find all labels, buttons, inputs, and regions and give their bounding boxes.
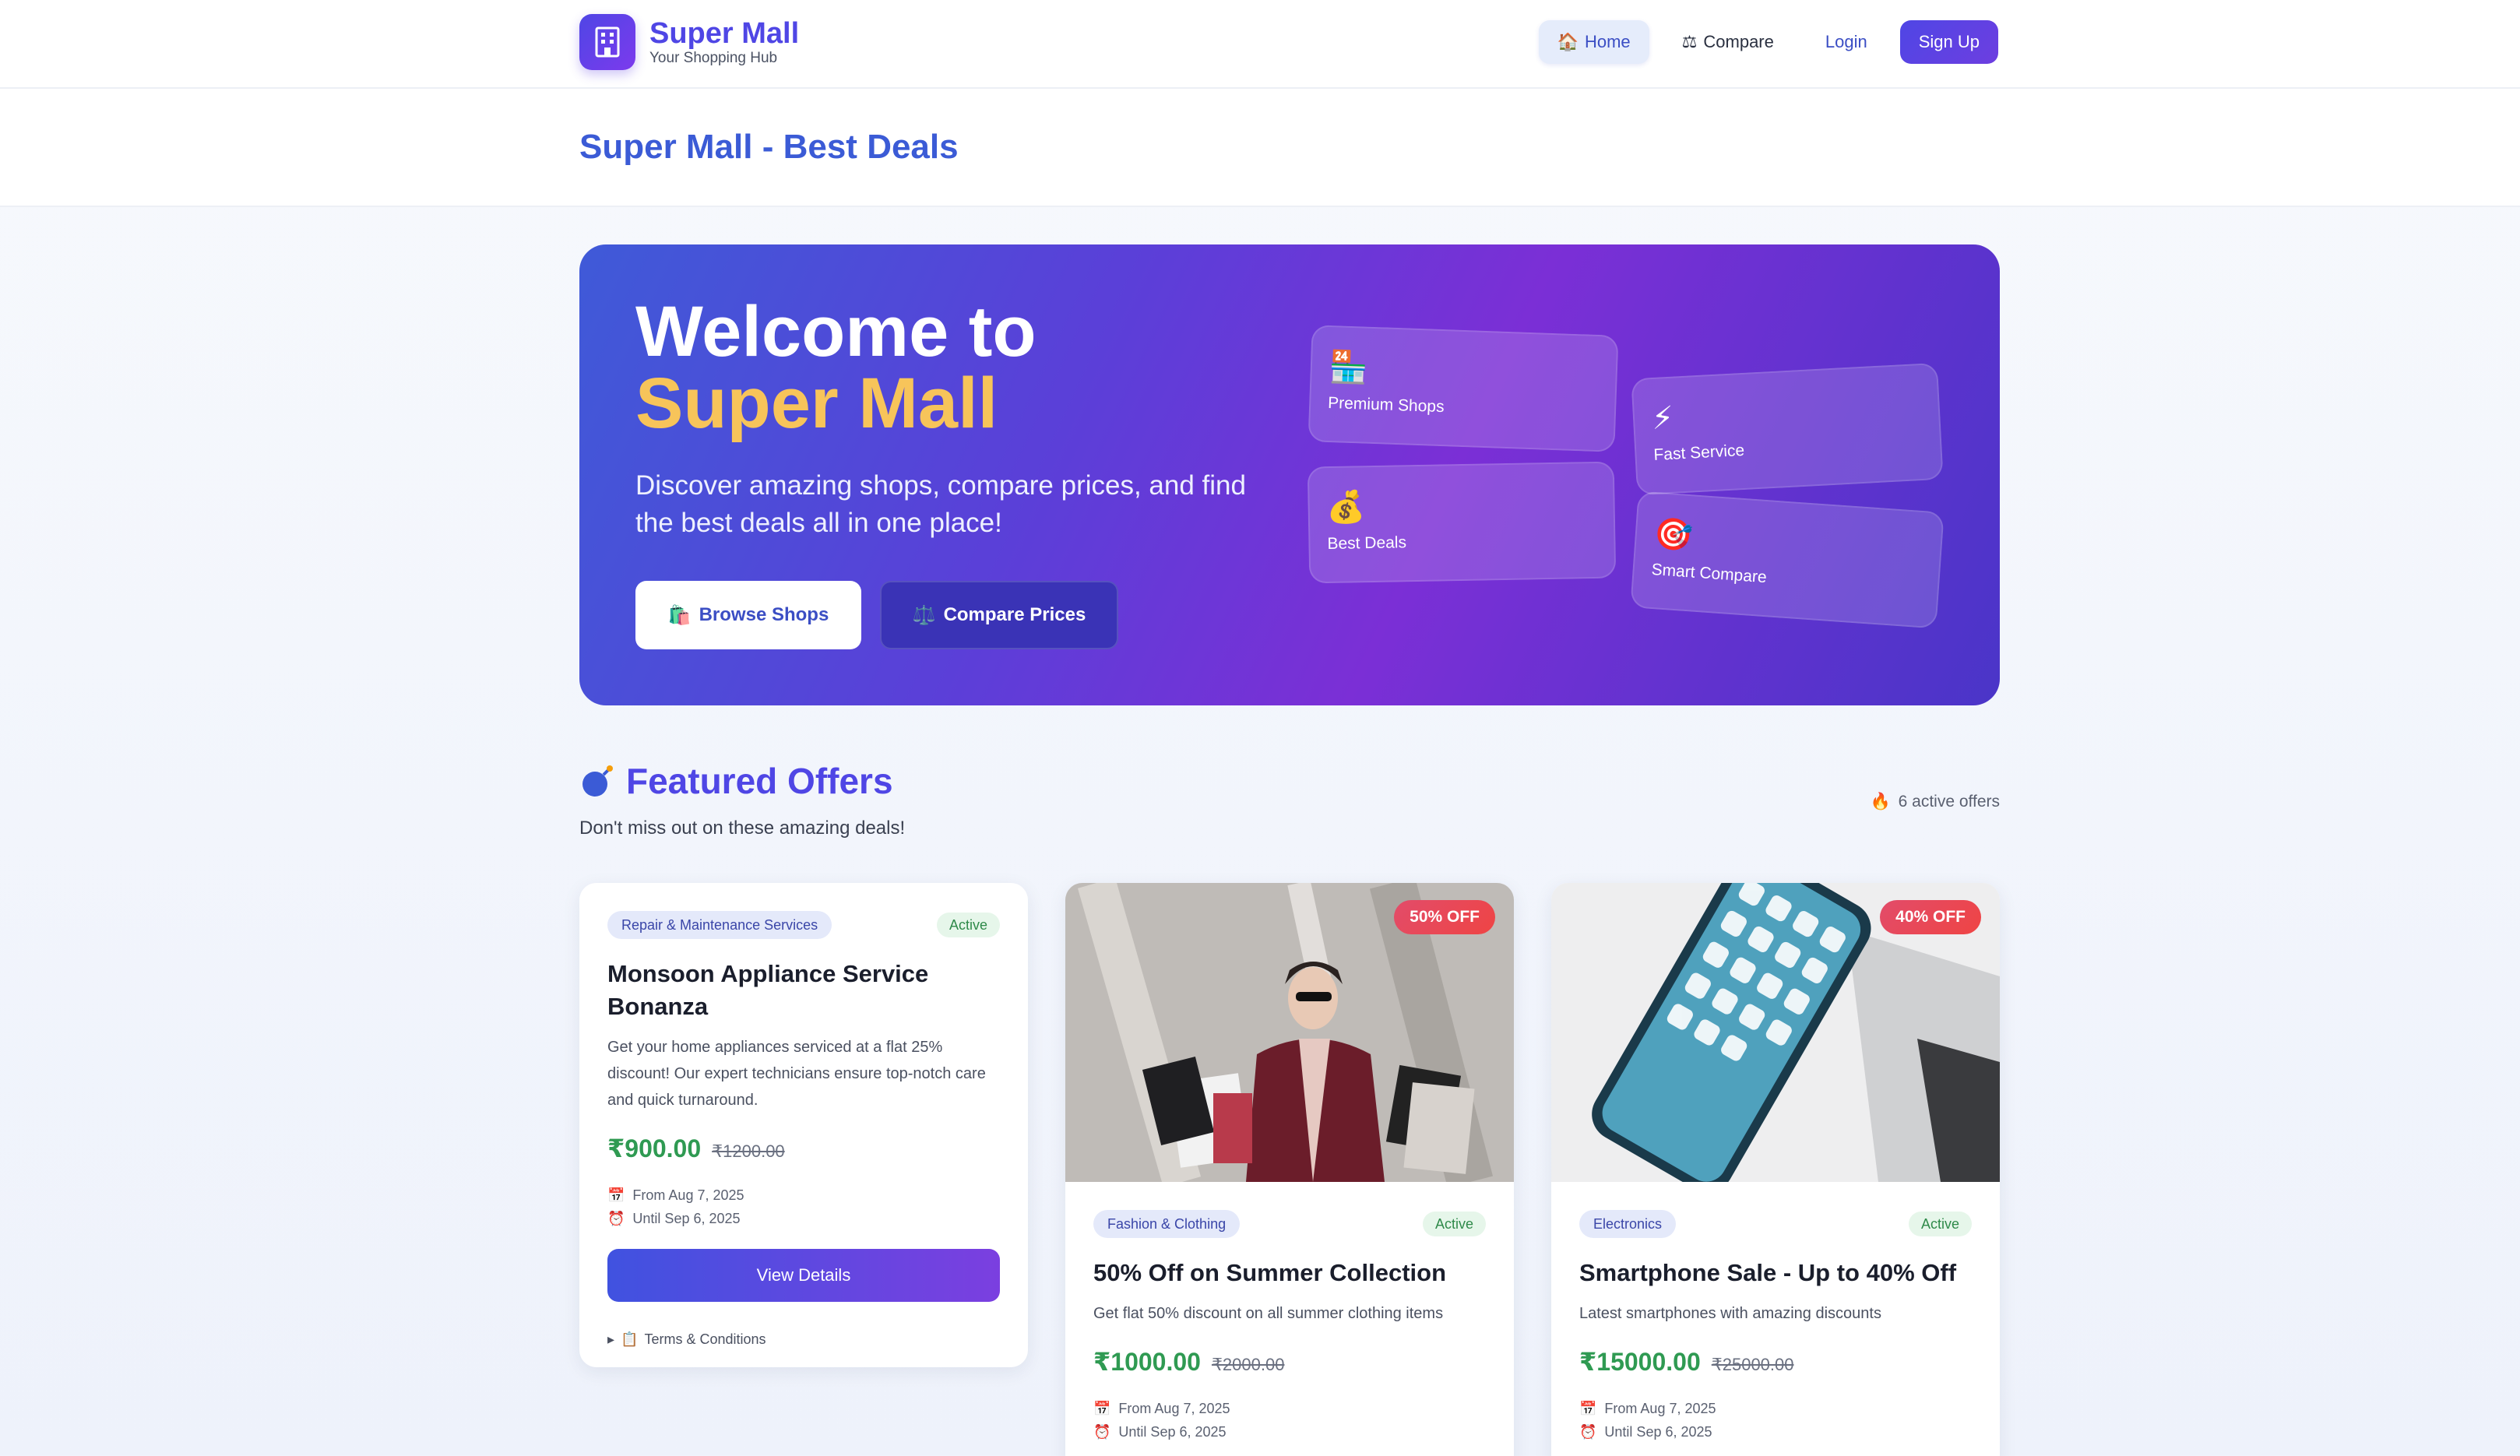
offer-original-price: ₹1200.00 [712,1141,785,1161]
feature-card-fast-service: ⚡ Fast Service [1631,362,1944,496]
category-tag: Repair & Maintenance Services [607,911,832,939]
offer-card[interactable]: 40% OFF Electronics Active Smartphone Sa… [1551,883,2000,1456]
featured-title-text: Featured Offers [626,761,893,801]
page-header: Super Mall - Best Deals [0,89,2520,207]
house-icon: 🏠 [1557,32,1579,51]
nav-compare[interactable]: ⚖ Compare [1663,20,1793,64]
status-badge: Active [936,913,1000,937]
offer-description: Get your home appliances serviced at a f… [607,1039,986,1109]
offer-title: Monsoon Appliance Service Bonanza [607,960,929,1020]
status-badge: Active [1422,1212,1486,1236]
feature-card-premium-shops: 🏪 Premium Shops [1308,325,1619,452]
scale-icon: ⚖️ [912,604,936,626]
hero-title: Welcome to Super Mall [635,296,1037,439]
login-link[interactable]: Login [1807,20,1886,64]
offer-title: 50% Off on Summer Collection [1093,1259,1447,1286]
active-offers-label: 6 active offers [1898,793,2000,811]
discount-badge: 40% OFF [1880,900,1981,934]
browse-shops-label: Browse Shops [699,604,829,625]
view-details-button[interactable]: View Details [607,1249,1000,1302]
offer-end-date: Until Sep 6, 2025 [632,1211,741,1226]
offer-image-fashion: 50% OFF [1065,883,1514,1182]
brand[interactable]: Super Mall Your Shopping Hub [579,14,799,70]
category-tag: Fashion & Clothing [1093,1210,1241,1238]
offer-original-price: ₹25000.00 [1711,1355,1794,1374]
signup-button[interactable]: Sign Up [1899,20,1998,64]
calendar-icon: 📅 [607,1187,625,1203]
offer-card[interactable]: Repair & Maintenance Services Active Mon… [579,883,1028,1367]
offer-price: ₹1000.00 [1093,1348,1201,1376]
money-bag-icon: 💰 [1326,490,1366,526]
bomb-icon [582,765,613,797]
brand-title: Super Mall [649,17,800,50]
offer-price: ₹15000.00 [1579,1348,1701,1376]
feature-label: Premium Shops [1327,393,1445,417]
target-icon: 🎯 [1652,516,1695,554]
offer-start-date: From Aug 7, 2025 [1118,1401,1230,1416]
offer-end-date: Until Sep 6, 2025 [1604,1424,1712,1440]
offer-card[interactable]: 50% OFF Fashion & Clothing Active 50% Of… [1065,883,1514,1456]
hero-title-line1: Welcome to [635,292,1037,371]
offer-original-price: ₹2000.00 [1211,1355,1285,1374]
compare-prices-button[interactable]: ⚖️ Compare Prices [880,581,1118,649]
scale-icon: ⚖ [1681,32,1698,51]
featured-subtitle: Don't miss out on these amazing deals! [579,818,906,839]
compare-prices-label: Compare Prices [943,604,1086,625]
nav-compare-label: Compare [1703,32,1774,51]
fire-icon: 🔥 [1870,793,1891,811]
alarm-clock-icon: ⏰ [607,1211,625,1226]
feature-label: Best Deals [1327,533,1407,554]
offer-description: Latest smartphones with amazing discount… [1579,1305,1881,1322]
nav-home-label: Home [1584,32,1631,51]
hero-banner: Welcome to Super Mall Discover amazing s… [579,244,2000,705]
offer-end-date: Until Sep 6, 2025 [1118,1424,1227,1440]
nav-home[interactable]: 🏠 Home [1538,20,1649,64]
terms-label: Terms & Conditions [644,1331,766,1347]
offer-description: Get flat 50% discount on all summer clot… [1093,1305,1444,1322]
main-nav: 🏠 Home ⚖ Compare Login Sign Up [1538,20,1998,64]
status-badge: Active [1908,1212,1972,1236]
shopping-bag-icon: 🛍️ [667,604,692,626]
discount-badge: 50% OFF [1394,900,1495,934]
offer-price: ₹900.00 [607,1134,702,1162]
hero-title-line2: Super Mall [635,364,998,443]
offer-start-date: From Aug 7, 2025 [1604,1401,1716,1416]
featured-title: Featured Offers [579,760,893,802]
offer-title: Smartphone Sale - Up to 40% Off [1579,1259,1957,1286]
disclosure-triangle-icon: ▸ [607,1331,615,1347]
building-icon [579,14,635,70]
feature-label: Fast Service [1652,441,1745,465]
alarm-clock-icon: ⏰ [1093,1424,1111,1440]
brand-tagline: Your Shopping Hub [649,50,778,66]
feature-card-best-deals: 💰 Best Deals [1307,461,1617,584]
store-icon: 🏪 [1329,349,1369,385]
document-icon: 📋 [621,1331,639,1347]
hero-description: Discover amazing shops, compare prices, … [635,470,1246,538]
alarm-clock-icon: ⏰ [1579,1424,1597,1440]
feature-card-smart-compare: 🎯 Smart Compare [1630,491,1945,629]
navbar: Super Mall Your Shopping Hub 🏠 Home ⚖ Co… [0,0,2520,89]
terms-toggle[interactable]: ▸ 📋 Terms & Conditions [607,1331,1000,1348]
category-tag: Electronics [1579,1210,1677,1238]
calendar-icon: 📅 [1579,1401,1597,1416]
calendar-icon: 📅 [1093,1401,1111,1416]
offer-start-date: From Aug 7, 2025 [632,1187,744,1203]
active-offers-count: 🔥 6 active offers [1870,793,2000,811]
page-title: Super Mall - Best Deals [579,128,959,166]
browse-shops-button[interactable]: 🛍️ Browse Shops [635,581,861,649]
offer-image-smartphone: 40% OFF [1551,883,2000,1182]
lightning-icon: ⚡ [1650,400,1675,437]
